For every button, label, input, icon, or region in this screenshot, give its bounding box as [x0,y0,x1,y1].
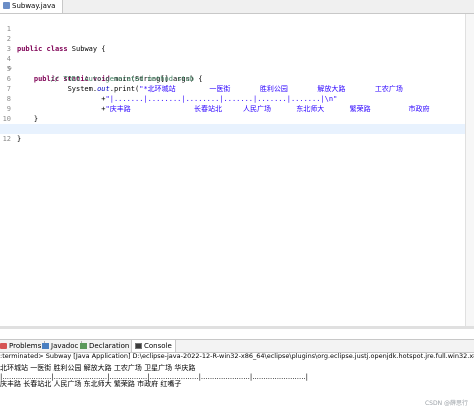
console-icon [135,343,142,349]
editor-tab-bar: Subway.java [0,0,474,14]
code-line[interactable]: 8 +"庆丰路 长春站北 人民广场 东北师大 繁荣路 市政府 [0,84,466,113]
javadoc-icon [42,343,49,349]
code-line[interactable]: 11 } [0,114,466,143]
code-line[interactable]: 2 public class Subway { [0,24,466,53]
tab-declaration-label: Declaration [89,342,130,350]
code-line-current[interactable]: 12 [0,124,466,143]
tab-problems-label: Problems [9,342,42,350]
code-text: } [17,135,22,143]
editor-tab-title: Subway.java [12,2,56,10]
code-editor[interactable]: 1 2 public class Subway { 3 4 ⊖ public s… [0,14,474,326]
tab-javadoc[interactable]: Javadoc [42,340,83,352]
java-file-icon [3,2,10,9]
editor-tab-subway-java[interactable]: Subway.java [0,0,63,13]
code-line[interactable]: 4 ⊖ public static void main(String[] arg… [0,44,466,83]
tab-declaration[interactable]: Declaration [80,340,129,352]
editor-scrollbar[interactable] [465,14,474,326]
code-line[interactable]: 9 } [0,94,466,123]
bottom-panel-tabs: Problems Javadoc Declaration Console [0,339,474,353]
problems-icon [0,343,7,349]
code-line[interactable]: 6 System.out.print("*北环城站 一医街 胜利公园 解放大路 … [0,64,466,93]
tab-problems[interactable]: Problems [0,340,46,352]
declaration-icon [80,343,87,349]
tab-console-label: Console [144,342,172,350]
watermark: CSDN @薛思行 [424,400,468,407]
panel-divider[interactable] [0,326,474,329]
code-line[interactable]: 1 [0,14,466,33]
console-output-line: 庆丰路 长春站北 人民广场 东北师大 繁荣路 市政府 红嘴子 [0,380,182,388]
code-line[interactable]: 5 // TODO Auto-generated method stub [0,54,466,83]
console-status-line: :terminated> Subway [Java Application] D… [0,352,474,360]
code-line[interactable]: 10 [0,104,466,123]
tab-console[interactable]: Console [131,340,176,352]
code-line[interactable]: 3 [0,34,466,53]
code-line[interactable]: 7 +"|.......|........|........|.......|.… [0,74,466,103]
line-number: 12 [2,135,11,143]
tab-javadoc-label: Javadoc [51,342,79,350]
